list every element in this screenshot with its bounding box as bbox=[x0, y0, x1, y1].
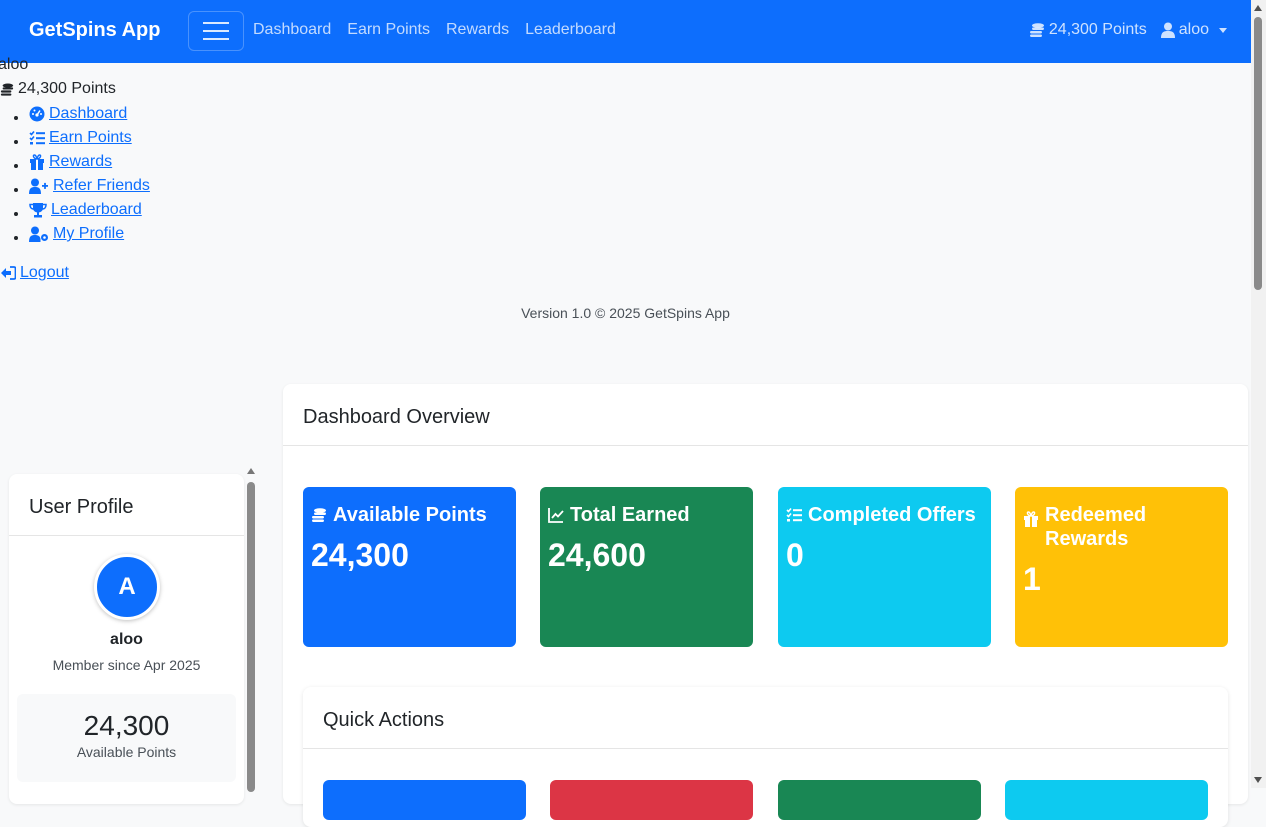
nav-right: 24,300 Points aloo bbox=[1029, 21, 1227, 39]
user-plus-icon bbox=[29, 178, 48, 194]
sidebar-link-dashboard[interactable]: Dashboard bbox=[29, 102, 127, 126]
sidebar-item-earn-points: Earn Points bbox=[29, 126, 150, 150]
nav-link-leaderboard[interactable]: Leaderboard bbox=[525, 21, 616, 39]
sidebar-item-refer-friends: Refer Friends bbox=[29, 174, 150, 198]
stat-card-completed-offers: Completed Offers 0 bbox=[778, 487, 991, 647]
scrollbar-thumb[interactable] bbox=[247, 482, 255, 792]
nav-link-dashboard[interactable]: Dashboard bbox=[253, 21, 331, 39]
user-icon bbox=[1160, 22, 1175, 38]
dashboard-overview-card: Dashboard Overview Available Points 24,3… bbox=[283, 384, 1248, 827]
page-scrollbar[interactable] bbox=[1251, 0, 1266, 788]
nav-points: 24,300 Points bbox=[1029, 21, 1147, 39]
profile-name: aloo bbox=[110, 631, 143, 648]
quick-action-button[interactable] bbox=[323, 780, 526, 820]
sidebar-scrollbar[interactable] bbox=[244, 466, 259, 792]
user-dropdown[interactable]: aloo bbox=[1160, 21, 1227, 39]
quick-actions-card: Quick Actions bbox=[303, 687, 1228, 827]
profile-card-title: User Profile bbox=[9, 474, 244, 536]
stat-label: Completed Offers bbox=[808, 504, 976, 526]
stat-label: Available Points bbox=[333, 504, 487, 526]
nav-points-value: 24,300 Points bbox=[1048, 21, 1147, 38]
menu-toggle-button[interactable] bbox=[188, 11, 244, 51]
trophy-icon bbox=[29, 203, 47, 218]
scroll-up-arrow-icon[interactable] bbox=[247, 468, 255, 474]
quick-action-button[interactable] bbox=[778, 780, 981, 820]
profile-points-label: Available Points bbox=[76, 744, 177, 760]
stat-card-available-points: Available Points 24,300 bbox=[303, 487, 516, 647]
stat-value: 0 bbox=[786, 537, 804, 573]
logout-icon bbox=[1, 266, 16, 280]
user-profile-card: User Profile A aloo Member since Apr 202… bbox=[9, 474, 244, 804]
top-navbar: GetSpins App Dashboard Earn Points Rewar… bbox=[0, 0, 1251, 63]
gift-icon bbox=[1024, 511, 1038, 527]
tasks-icon bbox=[786, 507, 802, 522]
sidebar-points: 24,300 Points bbox=[0, 80, 116, 98]
stat-card-total-earned: Total Earned 24,600 bbox=[540, 487, 753, 647]
profile-points-box: 24,300 Available Points bbox=[17, 694, 236, 782]
dashboard-icon bbox=[29, 106, 45, 122]
quick-actions-title: Quick Actions bbox=[303, 687, 1228, 749]
coins-icon bbox=[1029, 23, 1044, 37]
sidebar-link-earn-points[interactable]: Earn Points bbox=[29, 126, 132, 150]
nav-link-earn-points[interactable]: Earn Points bbox=[347, 21, 430, 39]
member-since: Member since Apr 2025 bbox=[52, 657, 201, 673]
sidebar-points-value: 24,300 Points bbox=[18, 80, 116, 97]
coins-icon bbox=[0, 83, 14, 96]
hamburger-icon bbox=[203, 22, 229, 24]
scrollbar-thumb[interactable] bbox=[1254, 17, 1262, 290]
scroll-up-arrow-icon[interactable] bbox=[1254, 5, 1262, 11]
dashboard-title: Dashboard Overview bbox=[283, 384, 1248, 446]
stat-label: Total Earned bbox=[570, 504, 690, 526]
profile-points-value: 24,300 bbox=[83, 710, 170, 741]
chevron-down-icon bbox=[1219, 27, 1227, 33]
chart-line-icon bbox=[548, 508, 564, 523]
quick-action-button[interactable] bbox=[1005, 780, 1208, 820]
sidebar-item-rewards: Rewards bbox=[29, 150, 150, 174]
stat-value: 1 bbox=[1023, 561, 1041, 597]
avatar: A bbox=[94, 554, 160, 620]
sidebar-item-dashboard: Dashboard bbox=[29, 102, 150, 126]
sidebar-link-my-profile[interactable]: My Profile bbox=[29, 222, 124, 246]
sidebar-link-leaderboard[interactable]: Leaderboard bbox=[29, 198, 142, 222]
tasks-icon bbox=[29, 130, 45, 145]
logout-link[interactable]: Logout bbox=[0, 264, 69, 282]
sidebar-item-my-profile: My Profile bbox=[29, 222, 150, 246]
version-footer: Version 1.0 © 2025 GetSpins App bbox=[521, 305, 730, 321]
brand-logo[interactable]: GetSpins App bbox=[29, 19, 160, 42]
nav-links: Dashboard Earn Points Rewards Leaderboar… bbox=[253, 21, 616, 39]
sidebar-menu: Dashboard Earn Points Rewards bbox=[0, 102, 150, 246]
quick-action-button[interactable] bbox=[550, 780, 753, 820]
coins-icon bbox=[312, 508, 326, 522]
stat-value: 24,600 bbox=[548, 537, 646, 573]
user-cog-icon bbox=[29, 226, 48, 242]
stat-card-redeemed-rewards: Redeemed Rewards 1 bbox=[1015, 487, 1228, 647]
sidebar-username: aloo bbox=[0, 56, 29, 73]
stat-label: Redeemed Rewards bbox=[1045, 504, 1147, 550]
nav-link-rewards[interactable]: Rewards bbox=[446, 21, 509, 39]
sidebar-item-leaderboard: Leaderboard bbox=[29, 198, 150, 222]
nav-username: aloo bbox=[1178, 21, 1209, 38]
stat-value: 24,300 bbox=[311, 537, 409, 573]
sidebar-link-refer-friends[interactable]: Refer Friends bbox=[29, 174, 150, 198]
gift-icon bbox=[30, 154, 44, 170]
scroll-down-arrow-icon[interactable] bbox=[1254, 777, 1262, 783]
sidebar-link-rewards[interactable]: Rewards bbox=[29, 150, 112, 174]
